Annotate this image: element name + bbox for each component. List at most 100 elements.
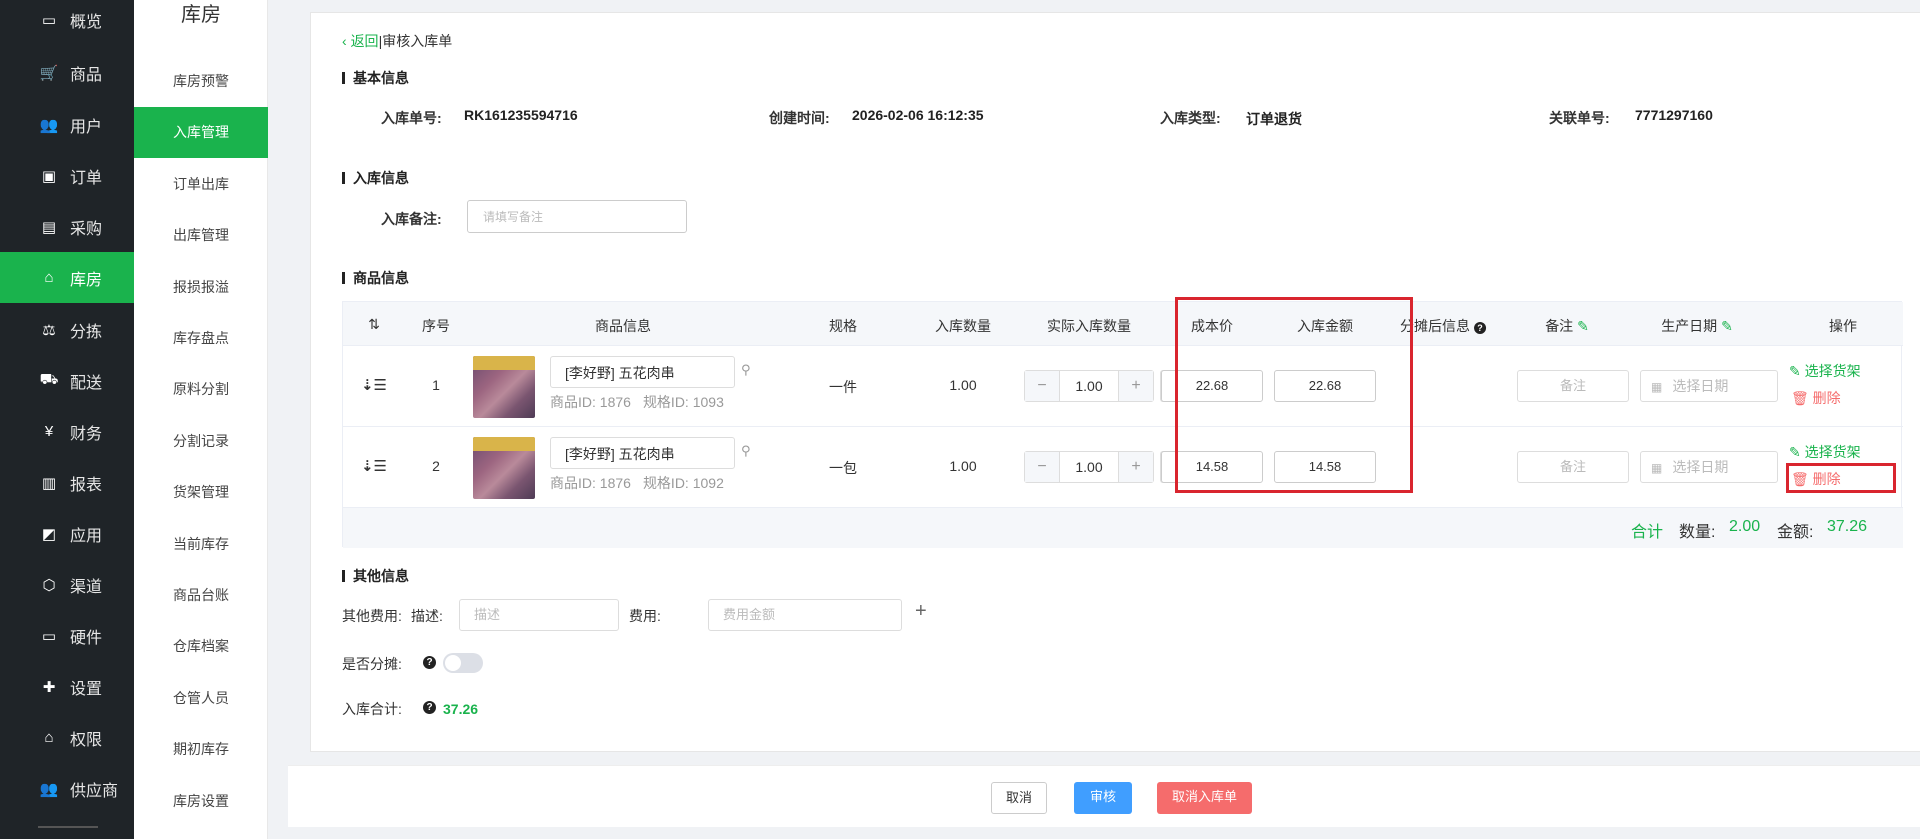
- edit-icon[interactable]: ✎: [1577, 318, 1589, 334]
- approve-button[interactable]: 审核: [1074, 782, 1132, 814]
- actual-qty-stepper[interactable]: −1.00 +: [1024, 451, 1154, 483]
- choose-shelf-link[interactable]: ✎ 选择货架: [1789, 361, 1861, 381]
- subnav-item-11[interactable]: 商品台账: [134, 570, 268, 621]
- fee-desc-input[interactable]: 描述: [459, 599, 619, 631]
- drag-handle-icon[interactable]: ⇣☰: [361, 376, 387, 394]
- help-icon[interactable]: ?: [1473, 322, 1486, 334]
- product-name-field[interactable]: [李好野] 五花肉串: [550, 437, 735, 469]
- back-link[interactable]: ‹ 返回: [342, 33, 379, 49]
- remark-label: 入库备注:: [381, 211, 442, 227]
- date-picker[interactable]: ▦ 选择日期: [1640, 370, 1778, 402]
- subnav-item-8[interactable]: 分割记录: [134, 416, 268, 467]
- help-icon[interactable]: ?: [423, 656, 436, 669]
- section-title-goods: 商品信息: [342, 271, 409, 285]
- row-qty: 1.00: [949, 377, 977, 393]
- actual-qty-value[interactable]: 1.00: [1059, 371, 1119, 401]
- note-input[interactable]: 备注: [1517, 370, 1629, 402]
- help-icon[interactable]: ?: [423, 701, 436, 714]
- goods-table: ⇅ 序号 商品信息 规格 入库数量 实际入库数量 成本价 入库金额 分摊后信息 …: [342, 301, 1903, 548]
- total-qty-label: 数量:: [1679, 524, 1716, 541]
- calendar-icon: ▦: [1651, 380, 1663, 394]
- sidebar-item-12[interactable]: ⬡ 渠道: [0, 559, 134, 610]
- product-ids: 商品ID: 1876 规格ID: 1092: [550, 475, 724, 491]
- sidebar-item-5[interactable]: ▤ 采购: [0, 201, 134, 252]
- drag-handle-icon[interactable]: ⇣☰: [361, 457, 387, 475]
- sidebar-item-14[interactable]: ✚ 设置: [0, 661, 134, 712]
- search-icon[interactable]: ⚲: [741, 362, 751, 378]
- search-icon[interactable]: ⚲: [741, 443, 751, 459]
- sidebar-item-label: 报表: [70, 476, 103, 494]
- subnav-item-14[interactable]: 期初库存: [134, 724, 268, 775]
- plus-button[interactable]: +: [1119, 371, 1153, 401]
- type-value: 订单退货: [1246, 111, 1302, 127]
- sidebar-item-8[interactable]: ⛟ 配送: [0, 355, 134, 406]
- sidebar-item-4[interactable]: ▣ 订单: [0, 150, 134, 201]
- bar-chart-icon: ▥: [41, 474, 57, 492]
- subnav-item-10[interactable]: 当前库存: [134, 519, 268, 570]
- sidebar-item-7[interactable]: ⚖ 分拣: [0, 304, 134, 355]
- subnav-item-2[interactable]: 入库管理: [134, 107, 268, 159]
- sidebar-item-16[interactable]: 👥 供应商: [0, 763, 134, 814]
- sidebar-item-11[interactable]: ◩ 应用: [0, 508, 134, 559]
- subnav-item-9[interactable]: 货架管理: [134, 467, 268, 518]
- actual-qty-stepper[interactable]: −1.00 +: [1024, 370, 1154, 402]
- plus-button[interactable]: +: [1119, 452, 1153, 482]
- remark-textarea[interactable]: 请填写备注: [467, 200, 687, 233]
- cancel-button[interactable]: 取消: [991, 782, 1047, 814]
- edit-icon[interactable]: ✎: [1721, 318, 1733, 334]
- sidebar-item-10[interactable]: ▥ 报表: [0, 457, 134, 508]
- related-label: 关联单号:: [1549, 110, 1610, 126]
- subnav-item-1[interactable]: 库房预警: [134, 56, 268, 107]
- subnav-item-12[interactable]: 仓库档案: [134, 621, 268, 672]
- void-order-button[interactable]: 取消入库单: [1157, 782, 1252, 814]
- chevron-left-icon: ‹: [342, 33, 351, 49]
- secondary-sidebar: 库房 库房预警 入库管理 订单出库 出库管理 报损报溢 库存盘点 原料分割 分割记录 货架管理当…: [134, 0, 268, 839]
- table-total-row: 合计 数量: 2.00 金额: 37.26: [343, 508, 1903, 548]
- bank-icon: ⌂: [44, 729, 54, 746]
- subnav-item-6[interactable]: 库存盘点: [134, 313, 268, 364]
- yen-icon: ¥: [44, 423, 54, 440]
- subnav-item-13[interactable]: 仓管人员: [134, 673, 268, 724]
- sidebar-item-label: 分拣: [70, 323, 103, 341]
- subnav-item-7[interactable]: 原料分割: [134, 364, 268, 415]
- alloc-toggle[interactable]: [443, 653, 483, 673]
- desktop-icon: ▭: [41, 627, 57, 645]
- sidebar-item-13[interactable]: ▭ 硬件: [0, 610, 134, 661]
- sidebar-item-9[interactable]: ¥ 财务: [0, 406, 134, 457]
- date-picker[interactable]: ▦ 选择日期: [1640, 451, 1778, 483]
- sidebar-item-label: 库房: [70, 271, 103, 289]
- truck-icon: ⛟: [39, 371, 59, 388]
- sidebar-item-label: 硬件: [70, 629, 103, 647]
- page-title: 审核入库单: [382, 33, 453, 49]
- breadcrumb: ‹ 返回|审核入库单: [342, 33, 453, 49]
- scale-icon: ⚖: [42, 321, 56, 339]
- sidebar-item-3[interactable]: 👥 用户: [0, 99, 134, 150]
- sort-icon[interactable]: ⇅: [368, 316, 380, 333]
- section-title-stock-in: 入库信息: [342, 171, 409, 185]
- sidebar-item-2[interactable]: 🛒 商品: [0, 47, 134, 98]
- table-row: ⇣☰ 2 [李好野] 五花肉串 ⚲ 商品ID: 1876 规格ID: 1092 一包 1.00…: [343, 427, 1903, 508]
- row-index: 2: [432, 458, 440, 474]
- fee-label: 其他费用:: [342, 608, 402, 624]
- product-name-field[interactable]: [李好野] 五花肉串: [550, 356, 735, 388]
- sidebar-item-label: 财务: [70, 425, 103, 443]
- note-input[interactable]: 备注: [1517, 451, 1629, 483]
- minus-button[interactable]: −: [1025, 452, 1059, 482]
- choose-shelf-link[interactable]: ✎ 选择货架: [1789, 442, 1861, 462]
- stock-total-value: 37.26: [443, 701, 479, 717]
- sidebar-item-6[interactable]: ⌂ 库房: [0, 252, 134, 303]
- subnav-item-5[interactable]: 报损报溢: [134, 262, 268, 313]
- fee-amount-label: 费用:: [629, 608, 661, 624]
- sidebar-item-label: 应用: [70, 527, 103, 545]
- fee-amount-input[interactable]: 费用金额: [708, 599, 902, 631]
- sidebar-item-15[interactable]: ⌂ 权限: [0, 712, 134, 763]
- add-fee-icon[interactable]: +: [915, 601, 927, 621]
- subnav-item-3[interactable]: 订单出库: [134, 159, 268, 210]
- delete-link[interactable]: 🗑 删除: [1791, 388, 1841, 408]
- actual-qty-value[interactable]: 1.00: [1059, 452, 1119, 482]
- row-index: 1: [432, 377, 440, 393]
- minus-button[interactable]: −: [1025, 371, 1059, 401]
- sidebar-item-1[interactable]: ▭ 概览: [0, 0, 134, 45]
- subnav-item-4[interactable]: 出库管理: [134, 210, 268, 261]
- subnav-item-15[interactable]: 库房设置: [134, 776, 268, 827]
